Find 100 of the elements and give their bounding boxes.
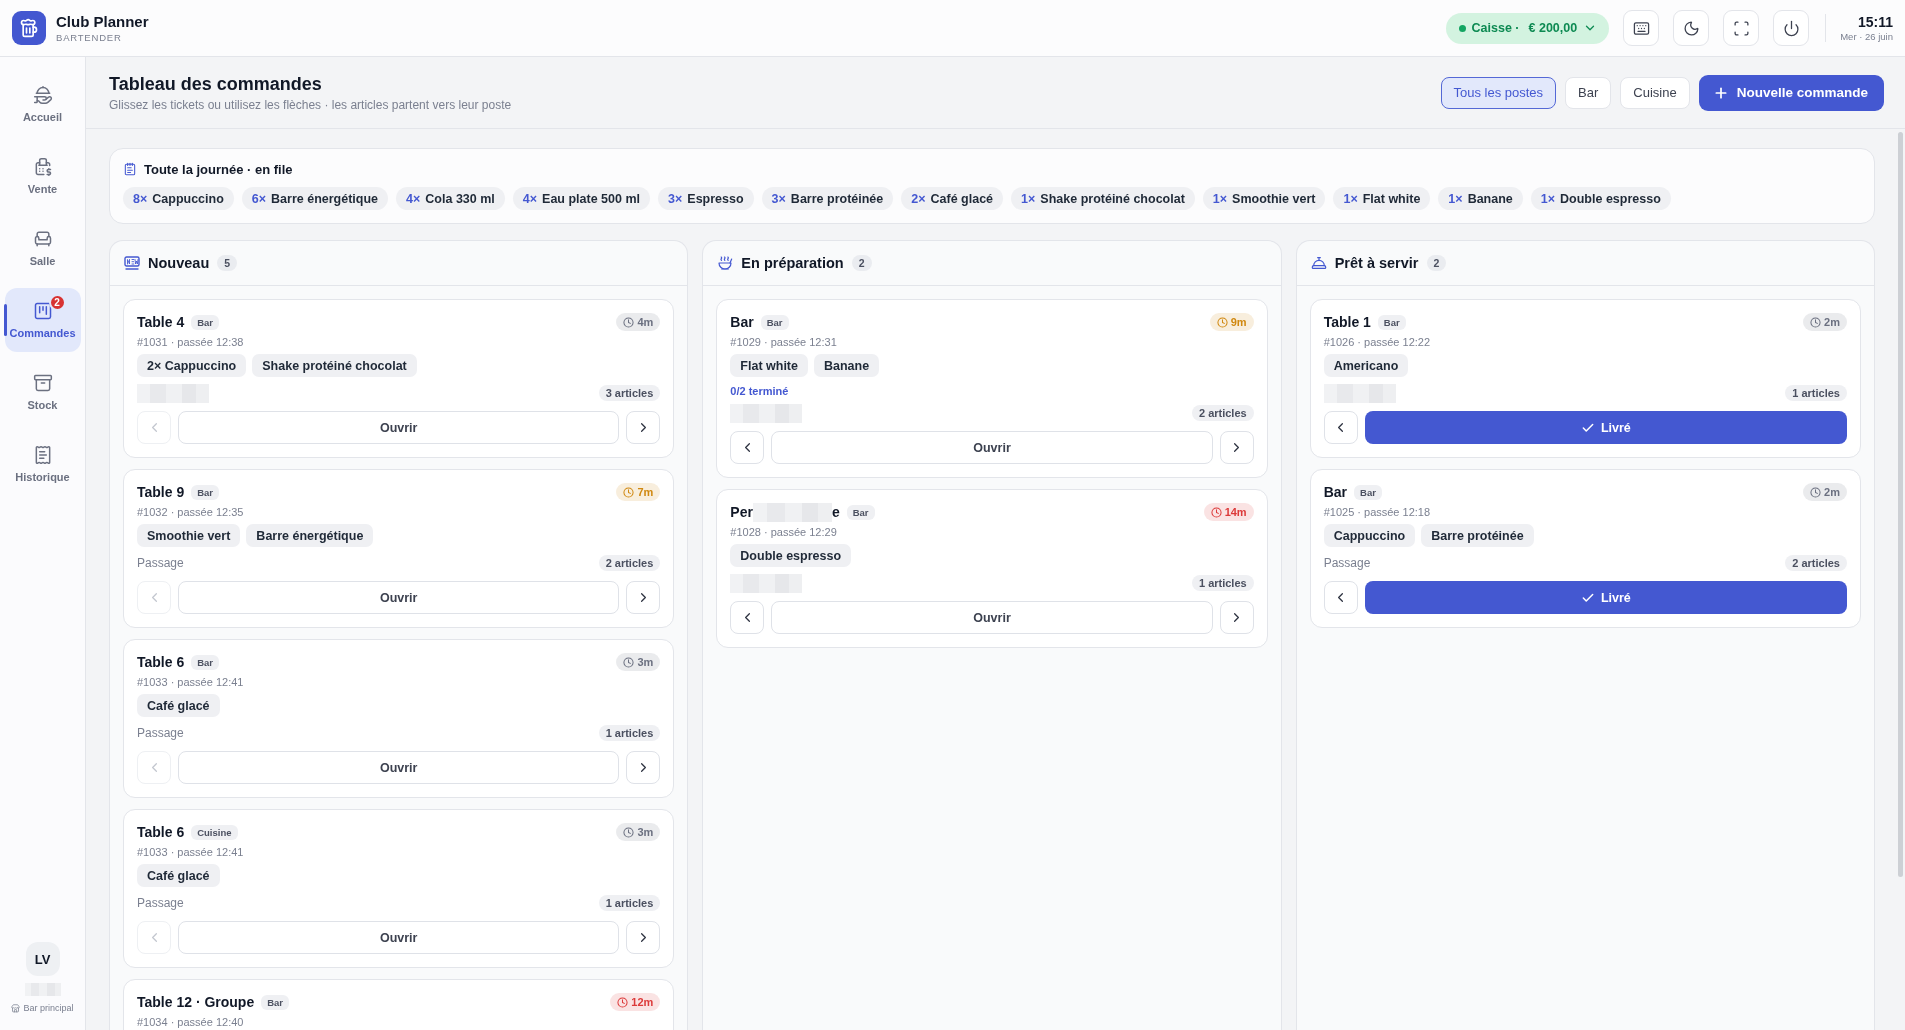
order-meta: #1033 · passée 12:41 bbox=[137, 675, 245, 689]
clock-icon bbox=[1810, 486, 1822, 498]
nav-item[interactable]: Vente bbox=[4, 144, 81, 208]
order-card[interactable]: Per e Bar 14m #1028 · passée 12:29 Double espresso 1 articles Ouvrir bbox=[716, 489, 1268, 648]
article-count: 1 articles bbox=[1191, 575, 1254, 591]
clock-date: Mer · 26 juin bbox=[1840, 31, 1893, 42]
nav-item[interactable]: 2 Commandes bbox=[4, 288, 81, 352]
order-meta: #1032 · passée 12:35 bbox=[137, 505, 245, 519]
back-button[interactable] bbox=[730, 601, 765, 634]
order-meta: #1029 · passée 12:31 bbox=[730, 335, 838, 349]
order-meta: #1028 · passée 12:29 bbox=[730, 525, 838, 539]
store-icon bbox=[11, 1003, 21, 1013]
order-card[interactable]: Table 12 · Groupe Bar 12m #1034 · passée 12:40 bbox=[123, 979, 675, 1030]
open-button[interactable]: Ouvrir bbox=[178, 751, 620, 784]
register-button[interactable]: Caisse · € 200,00 bbox=[1445, 12, 1610, 44]
elapsed-time: 4m bbox=[616, 313, 661, 331]
order-card[interactable]: Bar Bar 2m #1025 · passée 12:18 Cappuccino Barre protéinée Passage 2 articles Livré bbox=[1309, 469, 1861, 628]
app-logo bbox=[12, 11, 46, 45]
page-subtitle: Glissez les tickets ou utilisez les flèches · les articles partent vers leur poste bbox=[109, 97, 512, 112]
scrollbar-thumb[interactable] bbox=[1898, 132, 1903, 878]
station-filter-button[interactable]: Cuisine bbox=[1620, 76, 1690, 109]
back-button[interactable] bbox=[1323, 411, 1358, 444]
open-button[interactable]: Ouvrir bbox=[178, 581, 620, 614]
open-button[interactable]: Ouvrir bbox=[178, 411, 620, 444]
order-note: Passage bbox=[137, 726, 184, 740]
keyboard-icon bbox=[1632, 19, 1650, 37]
order-title: e bbox=[831, 504, 840, 520]
notification-badge: 2 bbox=[48, 294, 66, 311]
new-order-button[interactable]: Nouvelle commande bbox=[1698, 74, 1884, 111]
order-title: Table 9 bbox=[137, 484, 185, 500]
order-card[interactable]: Table 6 Cuisine 3m #1033 · passée 12:41 Café glacé Passage 1 articles Ouvrir bbox=[123, 809, 675, 968]
order-meta: #1031 · passée 12:38 bbox=[137, 335, 245, 349]
elapsed-time: 2m bbox=[1803, 313, 1847, 331]
order-meta: #1033 · passée 12:41 bbox=[137, 845, 245, 859]
queue-item-chip: 3× Espresso bbox=[658, 187, 754, 210]
back-button[interactable] bbox=[730, 431, 765, 464]
keyboard-button[interactable] bbox=[1623, 10, 1660, 46]
queue-item-chip: 1× Shake protéiné chocolat bbox=[1011, 187, 1195, 210]
forward-button[interactable] bbox=[626, 751, 661, 784]
nav-item[interactable]: Stock bbox=[4, 360, 81, 424]
column-title: Prêt à servir bbox=[1334, 255, 1419, 271]
forward-button[interactable] bbox=[1219, 431, 1254, 464]
forward-button[interactable] bbox=[626, 581, 661, 614]
item-chip: Smoothie vert bbox=[137, 524, 241, 547]
order-meta: #1025 · passée 12:18 bbox=[1323, 505, 1432, 519]
order-card[interactable]: Table 4 Bar 4m #1031 · passée 12:38 2× Cappuccino Shake protéiné chocolat 3 articles Ouvrir bbox=[123, 299, 675, 458]
user-station: Bar principal bbox=[23, 1003, 74, 1013]
open-button[interactable]: Ouvrir bbox=[178, 921, 620, 954]
station-filter-button[interactable]: Bar bbox=[1565, 76, 1612, 109]
nav-item[interactable]: Historique bbox=[4, 432, 81, 496]
article-count: 2 articles bbox=[598, 555, 661, 571]
open-button[interactable]: Ouvrir bbox=[771, 601, 1213, 634]
open-button[interactable]: Ouvrir bbox=[771, 431, 1213, 464]
order-title: Table 6 bbox=[137, 654, 185, 670]
order-card[interactable]: Bar Bar 9m #1029 · passée 12:31 Flat white Banane 0/2 terminé 2 articles Ouvrir bbox=[716, 299, 1268, 478]
article-count: 1 articles bbox=[598, 895, 661, 911]
badge-icon bbox=[124, 256, 140, 270]
clock-time: 15:11 bbox=[1857, 14, 1893, 30]
order-meta: #1034 · passée 12:40 bbox=[137, 1015, 245, 1029]
delivered-button[interactable]: Livré bbox=[1364, 581, 1847, 614]
item-chip: Banane bbox=[814, 354, 880, 377]
queue-item-chip: 1× Flat white bbox=[1333, 187, 1431, 210]
elapsed-time: 2m bbox=[1803, 483, 1847, 501]
station-tag: Cuisine bbox=[191, 824, 238, 840]
elapsed-time: 3m bbox=[616, 823, 661, 841]
nav-item[interactable]: Salle bbox=[4, 216, 81, 280]
fullscreen-button[interactable] bbox=[1723, 10, 1760, 46]
forward-button[interactable] bbox=[626, 921, 661, 954]
power-button[interactable] bbox=[1773, 10, 1810, 46]
order-card[interactable]: Table 1 Bar 2m #1026 · passée 12:22 Americano 1 articles Livré bbox=[1309, 299, 1861, 458]
forward-button[interactable] bbox=[626, 411, 661, 444]
nav-item[interactable]: Accueil bbox=[4, 72, 81, 136]
service-bell-icon bbox=[1310, 255, 1327, 271]
elapsed-time: 9m bbox=[1209, 313, 1254, 331]
app-role: BARTENDER bbox=[56, 32, 123, 43]
elapsed-time: 3m bbox=[616, 653, 661, 671]
queue-item-chip: 2× Café glacé bbox=[901, 187, 1004, 210]
item-chip: Double espresso bbox=[730, 544, 852, 567]
user-avatar[interactable]: LV bbox=[25, 942, 60, 976]
progress-text: 0/2 terminé bbox=[730, 385, 790, 397]
station-tag: Bar bbox=[191, 654, 220, 670]
station-tag: Bar bbox=[191, 314, 220, 330]
clock-icon bbox=[1216, 316, 1228, 328]
station-filter-button[interactable]: Tous les postes bbox=[1440, 76, 1557, 109]
station-tag: Bar bbox=[1354, 484, 1382, 500]
order-title: Bar bbox=[1323, 484, 1347, 500]
order-card[interactable]: Table 6 Bar 3m #1033 · passée 12:41 Café glacé Passage 1 articles Ouvrir bbox=[123, 639, 675, 798]
theme-button[interactable] bbox=[1673, 10, 1710, 46]
forward-button[interactable] bbox=[1219, 601, 1254, 634]
article-count: 1 articles bbox=[1785, 385, 1847, 401]
clock-icon bbox=[1210, 506, 1222, 518]
order-card[interactable]: Table 9 Bar 7m #1032 · passée 12:35 Smoothie vert Barre énergétique Passage 2 articles Ouvrir bbox=[123, 469, 675, 628]
delivered-button[interactable]: Livré bbox=[1364, 411, 1847, 444]
queue-item-chip: 4× Cola 330 ml bbox=[396, 187, 505, 210]
power-icon bbox=[1782, 19, 1800, 37]
back-button[interactable] bbox=[1323, 581, 1358, 614]
item-chip: Café glacé bbox=[137, 694, 220, 717]
kanban-board-icon bbox=[32, 301, 53, 321]
elapsed-time: 14m bbox=[1203, 503, 1254, 521]
item-chip: Barre énergétique bbox=[246, 524, 374, 547]
